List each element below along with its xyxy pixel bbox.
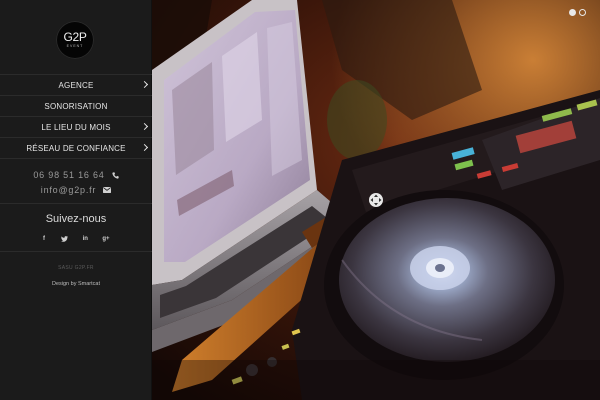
slider-dot-1[interactable]	[569, 9, 576, 16]
phone-number[interactable]: 06 98 51 16 64	[33, 170, 104, 180]
divider	[0, 251, 152, 252]
menu-item-lieu-du-mois[interactable]: LE LIEU DU MOIS	[0, 117, 152, 138]
linkedin-icon[interactable]: in	[80, 235, 90, 243]
menu-item-label: LE LIEU DU MOIS	[41, 122, 111, 132]
mail-icon	[103, 187, 112, 193]
email-address[interactable]: info@g2p.fr	[41, 185, 96, 195]
hero-slider	[152, 0, 600, 400]
main-menu: AGENCE SONORISATION LE LIEU DU MOIS RÉSE…	[0, 74, 152, 159]
company-name: SASU G2P.FR	[58, 265, 94, 271]
contact-block: 06 98 51 16 64 info@g2p.fr	[0, 168, 152, 197]
design-credit[interactable]: Design by Smartcat	[0, 281, 152, 287]
slider-pagination	[569, 9, 586, 16]
menu-item-label: RÉSEAU DE CONFIANCE	[26, 143, 126, 153]
facebook-icon[interactable]: f	[39, 235, 49, 243]
divider	[0, 203, 152, 204]
sidebar: G2P EVENT AGENCE SONORISATION LE LIEU DU…	[0, 0, 152, 400]
chevron-right-icon	[140, 80, 149, 89]
site-logo[interactable]: G2P EVENT	[56, 21, 94, 59]
twitter-icon[interactable]	[60, 235, 70, 243]
menu-item-agence[interactable]: AGENCE	[0, 75, 152, 96]
chevron-right-icon	[140, 143, 149, 152]
phone-row[interactable]: 06 98 51 16 64	[0, 168, 152, 182]
menu-item-sonorisation[interactable]: SONORISATION	[0, 96, 152, 117]
logo-text: G2P	[63, 30, 87, 44]
menu-item-label: AGENCE	[58, 80, 94, 90]
follow-us-title: Suivez-nous	[45, 213, 107, 225]
menu-item-label: SONORISATION	[44, 101, 108, 111]
phone-icon	[112, 171, 119, 179]
social-links: f in g+	[39, 235, 111, 243]
logo-subtext: EVENT	[66, 44, 84, 48]
menu-item-reseau-de-confiance[interactable]: RÉSEAU DE CONFIANCE	[0, 138, 152, 159]
googleplus-icon[interactable]: g+	[101, 235, 111, 243]
slider-dot-2[interactable]	[579, 9, 586, 16]
chevron-right-icon	[140, 122, 149, 131]
email-row[interactable]: info@g2p.fr	[0, 183, 152, 197]
drag-handle-icon[interactable]	[368, 192, 384, 208]
